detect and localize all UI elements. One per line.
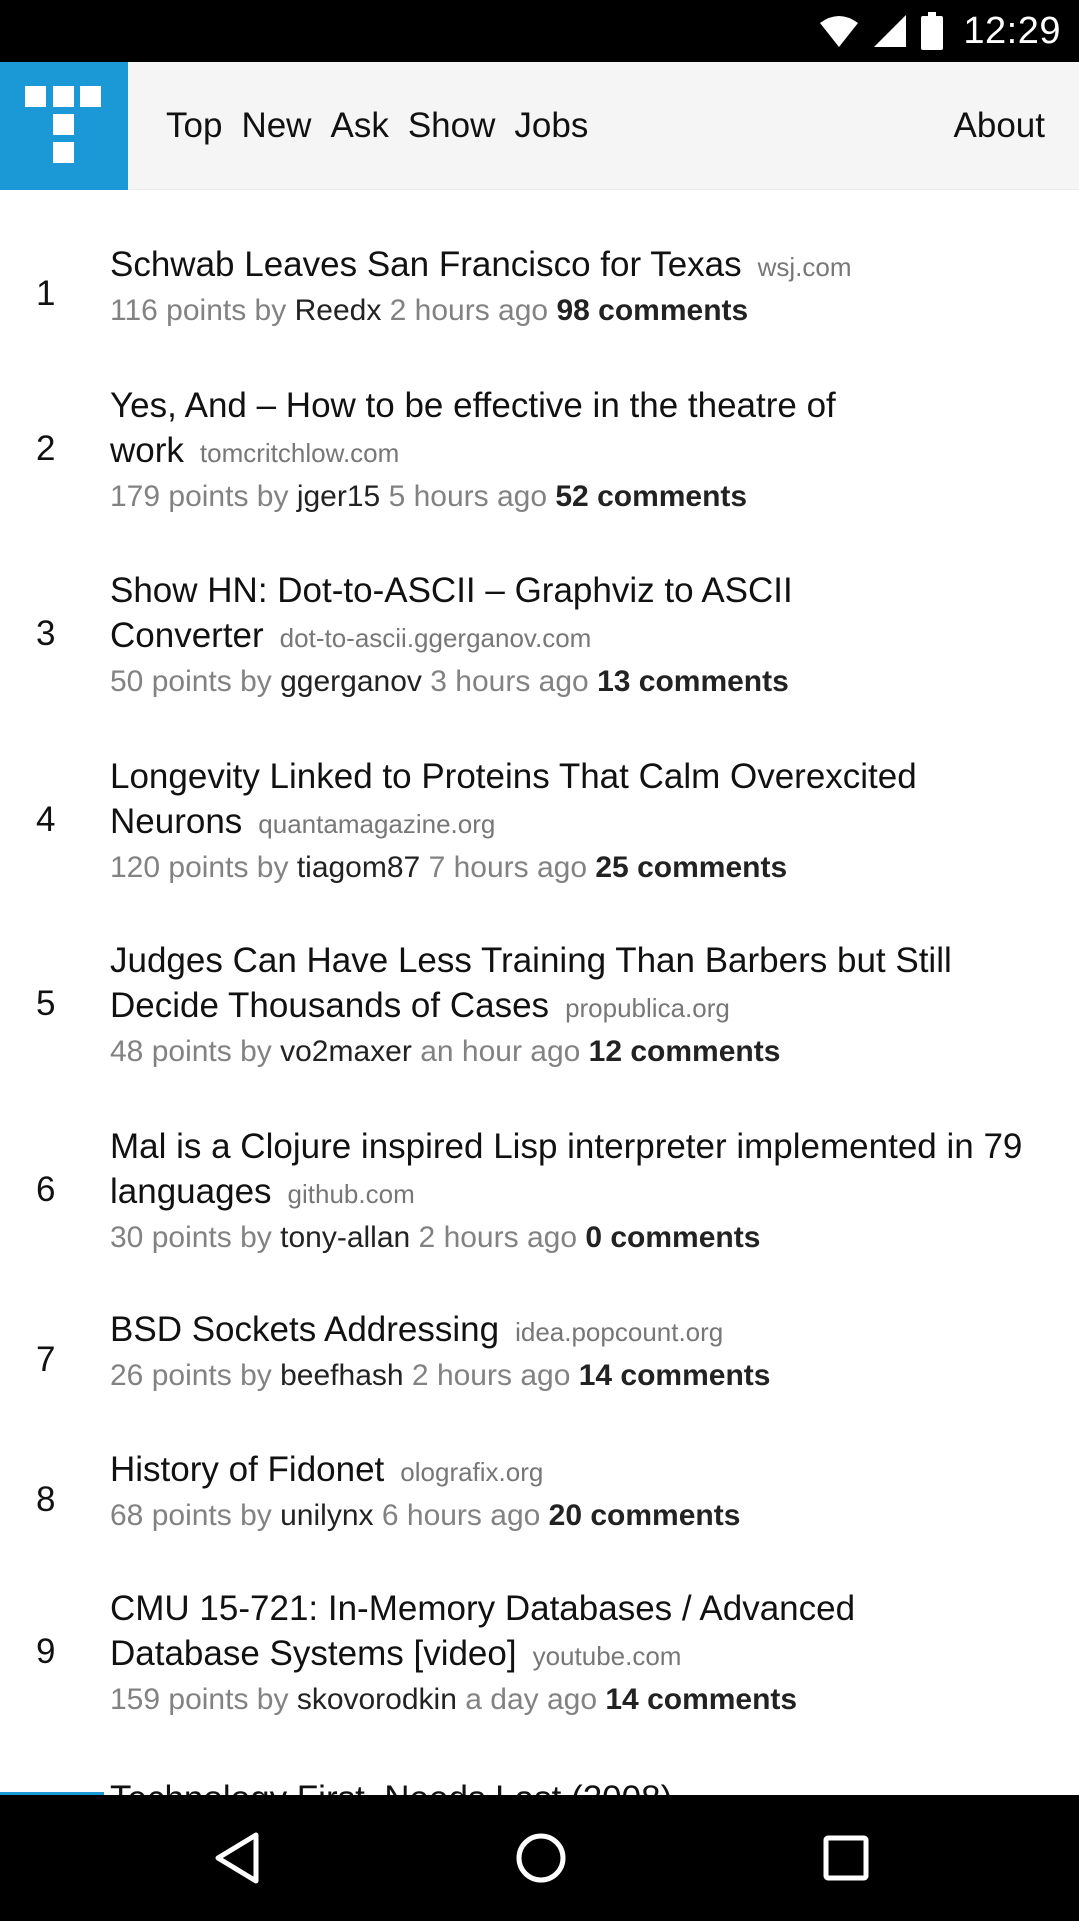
story-user[interactable]: vo2maxer <box>280 1035 412 1068</box>
system-nav-bar <box>0 1795 1079 1921</box>
nav-about[interactable]: About <box>954 62 1045 190</box>
story-title[interactable]: CMU 15-721: In-Memory Databases / Advanc… <box>110 1589 855 1673</box>
main-nav: Top New Ask Show Jobs <box>166 62 588 190</box>
story-domain[interactable]: tomcritchlow.com <box>200 438 399 468</box>
story-time: 6 hours ago <box>381 1499 541 1532</box>
story-points: 159 points by <box>110 1683 289 1716</box>
story-title[interactable]: Mal is a Clojure inspired Lisp interpret… <box>110 1127 1022 1211</box>
story-user[interactable]: beefhash <box>280 1359 403 1392</box>
wifi-icon <box>820 16 859 47</box>
story-domain[interactable]: github.com <box>288 1179 415 1209</box>
nav-new[interactable]: New <box>241 106 311 146</box>
story-points: 120 points by <box>110 851 289 884</box>
nav-top[interactable]: Top <box>166 106 222 146</box>
story-time: 7 hours ago <box>428 851 588 884</box>
home-icon[interactable] <box>481 1795 601 1921</box>
story-title[interactable]: Longevity Linked to Proteins That Calm O… <box>110 757 917 841</box>
story-points: 116 points by <box>110 294 287 327</box>
story-comments[interactable]: 52 comments <box>555 480 747 513</box>
signal-icon <box>874 15 907 47</box>
story-time: 2 hours ago <box>389 294 549 327</box>
story-domain[interactable]: idea.popcount.org <box>515 1317 723 1347</box>
story-meta: 48 points by vo2maxer an hour ago 12 com… <box>110 1035 1040 1069</box>
logo-icon[interactable] <box>0 62 128 190</box>
story-comments[interactable]: 20 comments <box>549 1499 741 1532</box>
story-points: 48 points by <box>110 1035 272 1068</box>
recents-icon[interactable] <box>786 1795 906 1921</box>
story-rank: 4 <box>36 800 56 839</box>
story-domain[interactable]: wsj.com <box>758 252 852 282</box>
story-time: 2 hours ago <box>418 1221 577 1254</box>
story-time: 2 hours ago <box>411 1359 571 1392</box>
story-meta: 50 points by ggerganov 3 hours ago 13 co… <box>110 665 1040 699</box>
story-title[interactable]: BSD Sockets Addressing <box>110 1310 499 1349</box>
story-rank: 3 <box>36 614 56 653</box>
screen: 12:29 Top New Ask Show Jobs About 1 Schw… <box>0 0 1079 1921</box>
story-title[interactable]: Judges Can Have Less Training Than Barbe… <box>110 941 952 1025</box>
story-user[interactable]: tony-allan <box>280 1221 410 1254</box>
story-user[interactable]: unilynx <box>280 1499 373 1532</box>
story-domain[interactable]: dot-to-ascii.ggerganov.com <box>280 623 592 653</box>
story-domain[interactable]: propublica.org <box>565 993 730 1023</box>
story-points: 30 points by <box>110 1221 272 1254</box>
story-user[interactable]: skovorodkin <box>297 1683 457 1716</box>
story-item-partial: Technology First, Needs Last (2008) <box>0 1775 1079 1795</box>
status-bar: 12:29 <box>0 0 1079 62</box>
story-meta: 116 points by Reedx 2 hours ago 98 comme… <box>110 294 1040 328</box>
story-points: 26 points by <box>110 1359 272 1392</box>
story-points: 68 points by <box>110 1499 272 1532</box>
app-header: Top New Ask Show Jobs About <box>0 62 1079 190</box>
story-comments[interactable]: 14 comments <box>605 1683 797 1716</box>
story-meta: 30 points by tony-allan 2 hours ago 0 co… <box>110 1221 1040 1255</box>
story-meta: 120 points by tiagom87 7 hours ago 25 co… <box>110 851 1040 885</box>
status-icons: 12:29 <box>819 0 1061 62</box>
story-comments[interactable]: 14 comments <box>579 1359 771 1392</box>
story-meta: 26 points by beefhash 2 hours ago 14 com… <box>110 1359 1040 1393</box>
story-user[interactable]: ggerganov <box>280 665 422 698</box>
story-time: 5 hours ago <box>388 480 548 513</box>
story-meta: 179 points by jger15 5 hours ago 52 comm… <box>110 480 1040 514</box>
story-rank: 1 <box>36 274 56 313</box>
story-rank: 5 <box>36 984 56 1023</box>
nav-show[interactable]: Show <box>408 106 496 146</box>
nav-ask[interactable]: Ask <box>330 106 388 146</box>
story-rank: 8 <box>36 1480 56 1519</box>
story-meta: 159 points by skovorodkin a day ago 14 c… <box>110 1683 1040 1717</box>
story-rank: 6 <box>36 1170 56 1209</box>
story-comments[interactable]: 12 comments <box>589 1035 781 1068</box>
story-domain[interactable]: olografix.org <box>400 1457 543 1487</box>
story-comments[interactable]: 98 comments <box>556 294 748 327</box>
story-points: 50 points by <box>110 665 272 698</box>
story-title[interactable]: History of Fidonet <box>110 1450 384 1489</box>
story-meta: 68 points by unilynx 6 hours ago 20 comm… <box>110 1499 1040 1533</box>
story-rank: 7 <box>36 1340 56 1379</box>
status-time: 12:29 <box>963 9 1061 52</box>
story-rank: 2 <box>36 429 56 468</box>
story-user[interactable]: tiagom87 <box>297 851 420 884</box>
story-user[interactable]: Reedx <box>295 294 382 327</box>
story-time: 3 hours ago <box>430 665 589 698</box>
story-time: a day ago <box>465 1683 598 1716</box>
back-icon[interactable] <box>177 1795 297 1921</box>
story-time: an hour ago <box>420 1035 581 1068</box>
story-points: 179 points by <box>110 480 289 513</box>
story-rank: 9 <box>36 1632 56 1671</box>
story-title[interactable]: Schwab Leaves San Francisco for Texas <box>110 245 742 284</box>
nav-jobs[interactable]: Jobs <box>514 106 588 146</box>
story-comments[interactable]: 13 comments <box>597 665 789 698</box>
battery-icon <box>921 12 944 50</box>
story-user[interactable]: jger15 <box>297 480 380 513</box>
story-title[interactable]: Technology First, Needs Last (2008) <box>110 1776 672 1795</box>
story-comments[interactable]: 0 comments <box>585 1221 760 1254</box>
story-comments[interactable]: 25 comments <box>595 851 787 884</box>
story-domain[interactable]: youtube.com <box>533 1641 682 1671</box>
story-domain[interactable]: quantamagazine.org <box>258 809 495 839</box>
